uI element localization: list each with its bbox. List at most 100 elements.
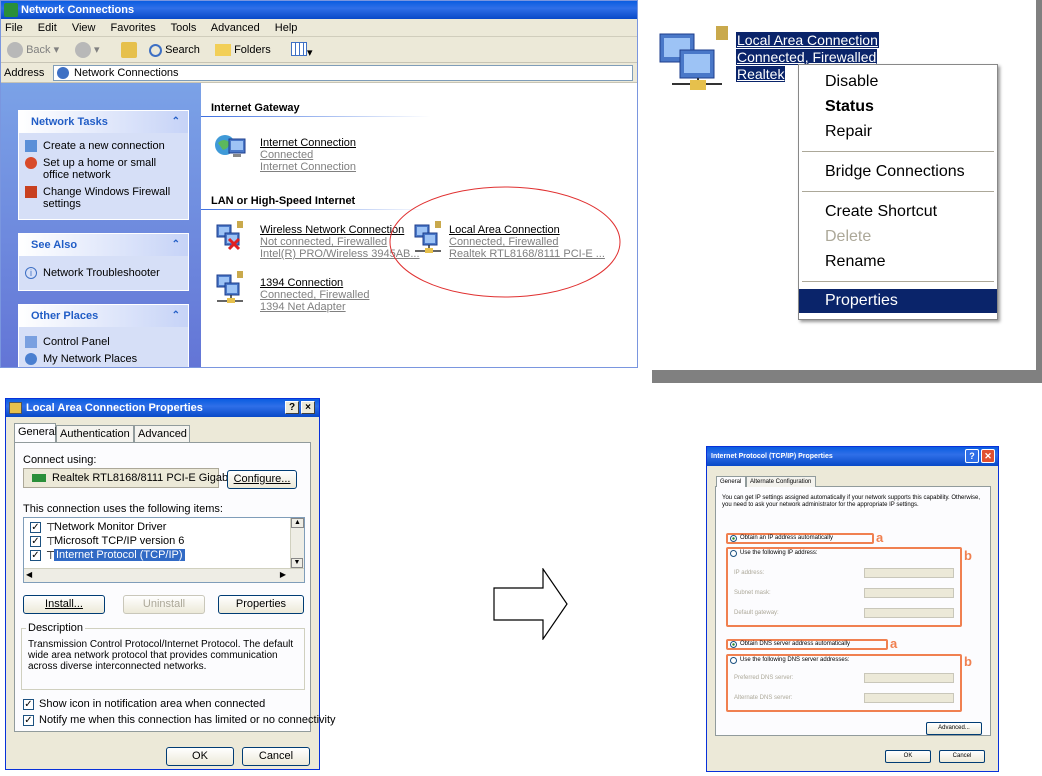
firewall-icon <box>25 186 37 198</box>
tcpip-title: Internet Protocol (TCP/IP) Properties <box>711 453 833 460</box>
network-troubleshooter-link[interactable]: i Network Troubleshooter <box>19 264 188 281</box>
menu-help[interactable]: Help <box>275 22 298 34</box>
uninstall-button: Uninstall <box>123 595 205 614</box>
forward-button[interactable]: ▾ <box>75 41 100 59</box>
lan-properties-dialog: Local Area Connection Properties ? × Gen… <box>5 398 336 770</box>
network-folder-icon <box>4 3 18 17</box>
menu-item-repair[interactable]: Repair <box>799 120 997 144</box>
lan-connection-large-icon <box>659 26 728 90</box>
wireless-connection-item[interactable]: Wireless Network Connection Not connecte… <box>211 219 420 261</box>
description-label: Description <box>26 622 86 634</box>
advanced-button[interactable]: Advanced... <box>926 722 982 735</box>
connection-device: 1394 Net Adapter <box>260 301 346 313</box>
task-create-connection[interactable]: Create a new connection <box>19 137 188 154</box>
up-folder-icon[interactable] <box>121 42 137 58</box>
address-input[interactable]: Network Connections <box>53 65 633 81</box>
control-panel-link[interactable]: Control Panel <box>19 333 188 350</box>
cancel-button[interactable]: Cancel <box>242 747 310 766</box>
back-arrow-icon <box>7 42 23 59</box>
adapter-field: Realtek RTL8168/8111 PCI-E Gigabi <box>23 468 231 488</box>
properties-button[interactable]: Properties <box>218 595 304 614</box>
menu-file[interactable]: File <box>5 22 23 34</box>
see-also-header[interactable]: See Also ⌃ <box>19 234 188 256</box>
adapter-name: Realtek RTL8168/8111 PCI-E Gigabi <box>52 472 231 484</box>
scroll-right-arrow-icon[interactable]: ▶ <box>280 570 286 579</box>
list-vertical-scrollbar[interactable]: ▲ ▼ <box>290 518 304 568</box>
list-horizontal-scrollbar[interactable]: ◀ ▶ <box>24 568 304 582</box>
use-ip-label: Use the following IP address: <box>740 550 818 556</box>
alternate-dns-label: Alternate DNS server: <box>734 695 793 701</box>
tab-alternate-configuration[interactable]: Alternate Configuration <box>746 476 816 487</box>
collapse-chevron-icon[interactable]: ⌃ <box>172 234 180 256</box>
menu-item-bridge[interactable]: Bridge Connections <box>799 160 997 184</box>
menu-item-status[interactable]: Status <box>799 95 997 119</box>
network-connections-window: Network Connections File Edit View Favor… <box>0 0 638 368</box>
collapse-chevron-icon[interactable]: ⌃ <box>172 305 180 327</box>
collapse-chevron-icon[interactable]: ⌃ <box>172 111 180 133</box>
show-icon-checkbox[interactable]: ✓ <box>23 699 34 710</box>
other-places-header[interactable]: Other Places ⌃ <box>19 305 188 327</box>
menu-item-create-shortcut[interactable]: Create Shortcut <box>799 200 997 224</box>
component-checkbox[interactable]: ✓ <box>30 522 41 533</box>
search-button[interactable]: Search <box>149 41 200 59</box>
ok-button[interactable]: OK <box>885 750 931 763</box>
connections-pane: Internet Gateway Internet Connection Con… <box>201 83 637 367</box>
menu-advanced[interactable]: Advanced <box>211 22 260 34</box>
tab-general[interactable]: General <box>716 476 746 487</box>
task-home-network[interactable]: Set up a home or small office network <box>19 154 188 183</box>
dialog-title: Local Area Connection Properties <box>26 402 203 414</box>
title-bar: Network Connections <box>1 1 637 19</box>
obtain-dns-radio[interactable] <box>730 641 737 648</box>
tab-general[interactable]: General <box>14 423 57 443</box>
use-ip-radio[interactable] <box>730 550 737 557</box>
info-icon: i <box>25 267 37 279</box>
install-button[interactable]: Install... <box>23 595 105 614</box>
scroll-down-arrow-icon[interactable]: ▼ <box>291 558 303 568</box>
component-checkbox[interactable]: ✓ <box>30 536 41 547</box>
views-button[interactable]: ▾ <box>291 42 317 59</box>
scroll-left-arrow-icon[interactable]: ◀ <box>26 570 32 579</box>
close-button[interactable]: × <box>301 401 315 414</box>
cancel-button[interactable]: Cancel <box>939 750 985 763</box>
window-title: Network Connections <box>21 4 135 16</box>
highlight-ellipse <box>389 186 621 298</box>
my-network-places-link[interactable]: My Network Places <box>19 350 188 367</box>
tab-advanced[interactable]: Advanced <box>134 425 190 442</box>
close-icon[interactable]: ✕ <box>981 449 995 463</box>
tab-authentication[interactable]: Authentication <box>56 425 134 442</box>
ip-address-label: IP address: <box>734 570 765 576</box>
menu-tools[interactable]: Tools <box>171 22 197 34</box>
obtain-ip-radio[interactable] <box>730 535 737 542</box>
scroll-up-arrow-icon[interactable]: ▲ <box>291 518 304 528</box>
component-checkbox[interactable]: ✓ <box>30 550 41 561</box>
preferred-dns-input <box>864 673 954 683</box>
description-group: Description Transmission Control Protoco… <box>21 622 305 690</box>
task-firewall-settings[interactable]: Change Windows Firewall settings <box>19 183 188 212</box>
menu-edit[interactable]: Edit <box>38 22 57 34</box>
use-dns-radio[interactable] <box>730 657 737 664</box>
network-tasks-header[interactable]: Network Tasks ⌃ <box>19 111 188 133</box>
1394-connection-item[interactable]: 1394 Connection Connected, Firewalled 13… <box>211 269 401 313</box>
help-button[interactable]: ? <box>285 401 299 414</box>
new-connection-icon <box>25 140 37 152</box>
subnet-mask-input <box>864 588 954 598</box>
annotation-mark-b: b <box>964 654 972 669</box>
tcpip-title-bar: Internet Protocol (TCP/IP) Properties ? … <box>707 447 998 466</box>
menu-item-rename[interactable]: Rename <box>799 250 997 274</box>
notify-checkbox[interactable]: ✓ <box>23 715 34 726</box>
back-button[interactable]: Back ▾ <box>7 41 59 59</box>
help-button[interactable]: ? <box>965 449 979 463</box>
network-tasks-box: Network Tasks ⌃ Create a new connection S… <box>18 110 189 220</box>
ok-button[interactable]: OK <box>166 747 234 766</box>
menu-view[interactable]: View <box>72 22 96 34</box>
configure-button[interactable]: Configure... <box>227 470 297 489</box>
selected-connection-name[interactable]: Local Area Connection <box>736 32 879 48</box>
menu-item-disable[interactable]: Disable <box>799 70 997 94</box>
menu-favorites[interactable]: Favorites <box>111 22 156 34</box>
menu-item-properties[interactable]: Properties <box>799 289 997 313</box>
connection-status: Connected <box>260 149 314 161</box>
address-bar: Address Network Connections <box>1 63 637 83</box>
folders-button[interactable]: Folders <box>215 41 271 59</box>
internet-connection-item[interactable]: Internet Connection Connected Internet C… <box>211 129 401 173</box>
internet-gateway-icon <box>215 135 246 157</box>
